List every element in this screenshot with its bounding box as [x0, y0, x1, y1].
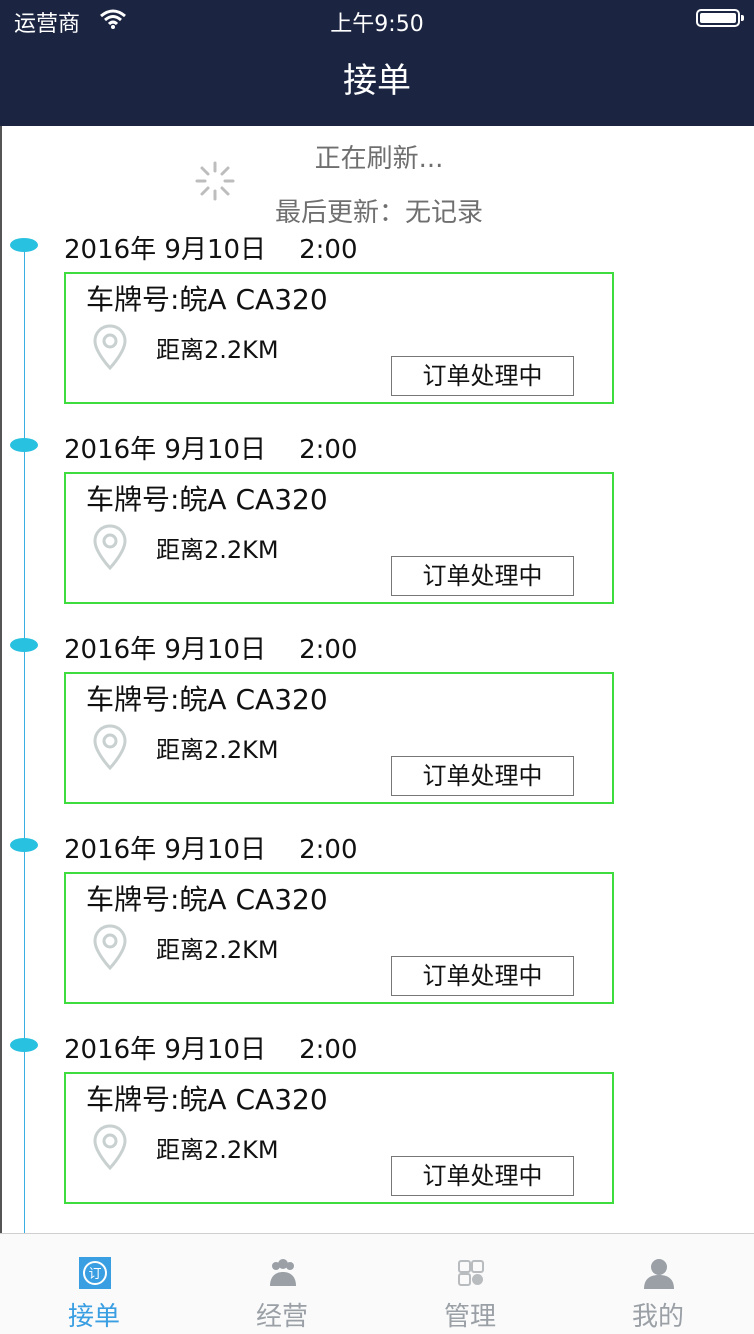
order-card[interactable]: 车牌号:皖A CA320 距离2.2KM 订单处理中 — [64, 472, 614, 604]
timeline-dot — [10, 838, 38, 852]
location-pin-icon — [93, 524, 127, 570]
order-icon: 订 — [79, 1257, 111, 1289]
distance-label: 距离2.2KM — [156, 936, 279, 964]
distance-label: 距离2.2KM — [156, 736, 279, 764]
status-clock: 上午9:50 — [330, 12, 424, 37]
tab-manage[interactable]: 管理 — [376, 1234, 564, 1334]
distance-label: 距离2.2KM — [156, 1136, 279, 1164]
location-pin-icon — [93, 924, 127, 970]
order-entry: 2016年 9月10日 2:00 车牌号:皖A CA320 距离2.2KM 订单… — [2, 1035, 754, 1233]
tab-bar: 订 接单 经营 管理 我的 — [0, 1233, 754, 1334]
battery-icon — [696, 9, 744, 27]
order-status-button[interactable]: 订单处理中 — [391, 556, 574, 596]
order-list[interactable]: 正在刷新... 最后更新：无记录 2016年 9月10日 2:00 车牌号:皖A… — [0, 126, 754, 1233]
timeline-dot — [10, 1038, 38, 1052]
tab-profile[interactable]: 我的 — [564, 1234, 752, 1334]
status-bar: 运营商 上午9:50 — [0, 0, 754, 40]
order-card[interactable]: 车牌号:皖A CA320 距离2.2KM 订单处理中 — [64, 672, 614, 804]
tab-business[interactable]: 经营 — [188, 1234, 376, 1334]
plate-number: 车牌号:皖A CA320 — [86, 483, 328, 516]
order-card[interactable]: 车牌号:皖A CA320 距离2.2KM 订单处理中 — [64, 1072, 614, 1204]
location-pin-icon — [93, 324, 127, 370]
tab-label: 管理 — [443, 1302, 496, 1332]
order-status-button[interactable]: 订单处理中 — [391, 756, 574, 796]
order-date: 2016年 9月10日 2:00 — [64, 635, 358, 665]
order-entry: 2016年 9月10日 2:00 车牌号:皖A CA320 距离2.2KM 订单… — [2, 235, 754, 438]
people-icon — [270, 1259, 296, 1286]
timeline-dot — [10, 638, 38, 652]
user-icon — [644, 1259, 674, 1289]
order-card[interactable]: 车牌号:皖A CA320 距离2.2KM 订单处理中 — [64, 272, 614, 404]
tab-label: 接单 — [67, 1302, 120, 1332]
svg-text:订: 订 — [88, 1267, 101, 1282]
order-entry: 2016年 9月10日 2:00 车牌号:皖A CA320 距离2.2KM 订单… — [2, 835, 754, 1038]
plate-number: 车牌号:皖A CA320 — [86, 1083, 328, 1116]
order-entry: 2016年 9月10日 2:00 车牌号:皖A CA320 距离2.2KM 订单… — [2, 635, 754, 838]
distance-label: 距离2.2KM — [156, 336, 279, 364]
grid-icon — [458, 1260, 484, 1286]
order-status-button[interactable]: 订单处理中 — [391, 1156, 574, 1196]
order-card[interactable]: 车牌号:皖A CA320 距离2.2KM 订单处理中 — [64, 872, 614, 1004]
order-status-button[interactable]: 订单处理中 — [391, 956, 574, 996]
plate-number: 车牌号:皖A CA320 — [86, 283, 328, 316]
location-pin-icon — [93, 724, 127, 770]
refresh-status: 正在刷新... — [314, 144, 444, 174]
tab-label: 我的 — [631, 1302, 684, 1332]
timeline-dot — [10, 438, 38, 452]
tab-orders[interactable]: 订 接单 — [0, 1234, 188, 1334]
order-status-button[interactable]: 订单处理中 — [391, 356, 574, 396]
order-entry: 2016年 9月10日 2:00 车牌号:皖A CA320 距离2.2KM 订单… — [2, 435, 754, 638]
location-pin-icon — [93, 1124, 127, 1170]
timeline-dot — [10, 238, 38, 252]
order-date: 2016年 9月10日 2:00 — [64, 235, 358, 265]
app-header: 运营商 上午9:50 接单 — [0, 0, 754, 126]
plate-number: 车牌号:皖A CA320 — [86, 883, 328, 916]
last-update-label: 最后更新：无记录 — [274, 198, 483, 228]
plate-number: 车牌号:皖A CA320 — [86, 683, 328, 716]
distance-label: 距离2.2KM — [156, 536, 279, 564]
tab-label: 经营 — [255, 1302, 308, 1332]
order-date: 2016年 9月10日 2:00 — [64, 835, 358, 865]
order-date: 2016年 9月10日 2:00 — [64, 1035, 358, 1065]
order-date: 2016年 9月10日 2:00 — [64, 435, 358, 465]
page-title: 接单 — [343, 61, 411, 101]
